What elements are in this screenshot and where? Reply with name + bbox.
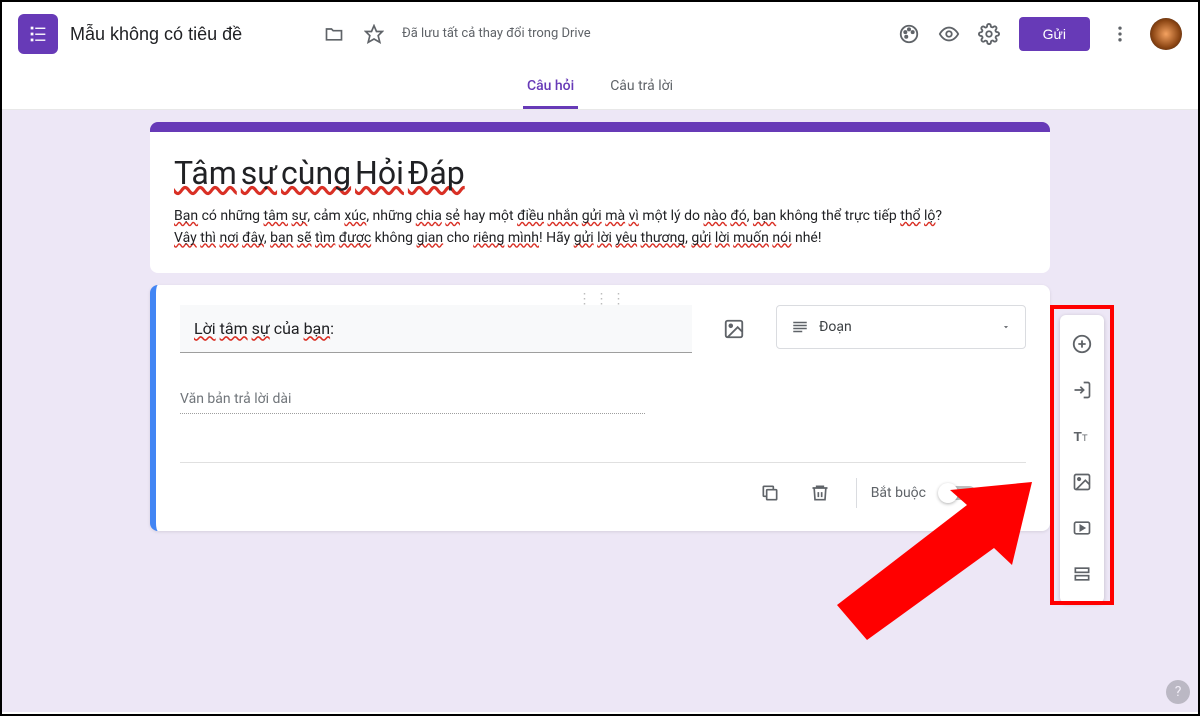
drag-handle-icon[interactable]: ⋮⋮⋮ (578, 291, 629, 307)
tab-responses[interactable]: Câu trả lời (606, 66, 677, 109)
settings-icon[interactable] (969, 14, 1009, 54)
help-icon[interactable]: ? (1166, 680, 1190, 704)
customize-theme-icon[interactable] (889, 14, 929, 54)
add-image-icon[interactable] (710, 305, 758, 353)
annotation-arrow-icon (822, 470, 1042, 640)
user-avatar[interactable] (1150, 18, 1182, 50)
form-header-card[interactable]: Tâm sự cùng Hỏi Đáp Bạn có những tâm sự,… (150, 122, 1050, 273)
form-title-input[interactable] (70, 24, 302, 45)
form-title[interactable]: Tâm sự cùng Hỏi Đáp (174, 154, 1026, 192)
star-icon[interactable] (354, 14, 394, 54)
forms-logo[interactable] (18, 14, 58, 54)
tab-questions[interactable]: Câu hỏi (523, 66, 578, 109)
type-label: Đoạn (819, 319, 852, 335)
duplicate-icon[interactable] (748, 471, 792, 515)
app-header: Đã lưu tất cả thay đổi trong Drive Gửi (2, 2, 1198, 66)
chevron-down-icon (1001, 322, 1011, 332)
preview-icon[interactable] (929, 14, 969, 54)
question-type-select[interactable]: Đoạn (776, 305, 1026, 349)
tabs-bar: Câu hỏi Câu trả lời (2, 66, 1198, 110)
question-input[interactable]: Lời tâm sự của bạn: (180, 305, 692, 353)
move-to-folder-icon[interactable] (314, 14, 354, 54)
answer-placeholder: Văn bản trả lời dài (180, 381, 645, 414)
annotation-red-box (1050, 305, 1114, 605)
form-description[interactable]: Bạn có những tâm sự, cảm xúc, những chia… (174, 206, 1026, 249)
save-status-text: Đã lưu tất cả thay đổi trong Drive (402, 26, 591, 43)
paragraph-icon (791, 318, 809, 336)
canvas: Tâm sự cùng Hỏi Đáp Bạn có những tâm sự,… (2, 110, 1198, 712)
more-icon[interactable] (1100, 14, 1140, 54)
send-button[interactable]: Gửi (1019, 17, 1090, 51)
